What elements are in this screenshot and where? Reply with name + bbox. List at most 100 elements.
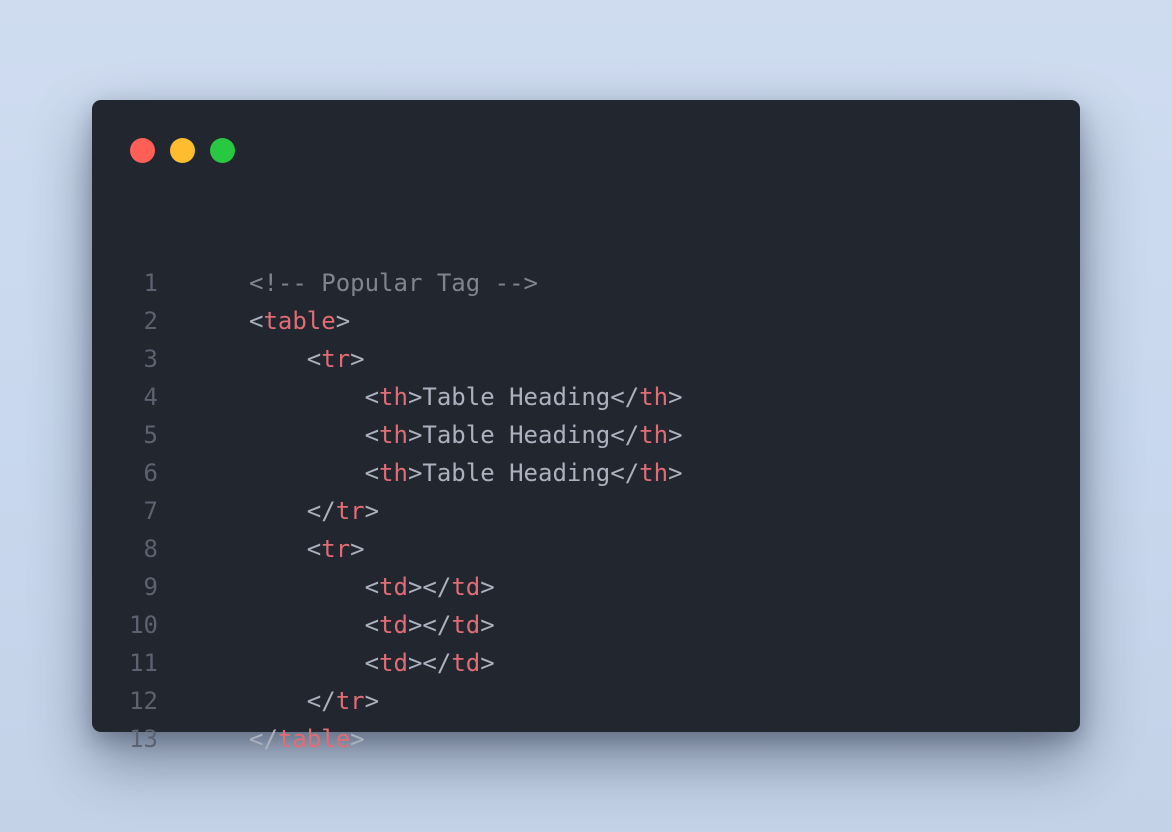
line-source: <table>	[249, 302, 350, 340]
token-punct: ></	[407, 611, 452, 639]
token-punct: >	[407, 383, 423, 411]
maximize-dot-icon[interactable]	[210, 138, 235, 163]
code-line: 8 <tr>	[92, 530, 1080, 568]
token-punct: >	[350, 345, 365, 373]
token-punct: >	[668, 459, 683, 487]
code-line: 11 <td></td>	[92, 644, 1080, 682]
token-punct: >	[668, 421, 683, 449]
token-tag: td	[379, 573, 408, 601]
line-number: 9	[143, 573, 158, 601]
close-dot-icon[interactable]	[130, 138, 155, 163]
line-number: 5	[143, 421, 158, 449]
code-line: 13 </table>	[92, 720, 1080, 758]
token-punct: </	[306, 497, 336, 525]
token-punct: >	[350, 725, 365, 753]
token-punct: </	[610, 383, 640, 411]
token-punct: </	[610, 421, 640, 449]
line-number: 2	[143, 307, 158, 335]
line-source: <!-- Popular Tag -->	[249, 264, 538, 302]
token-comment: <!-- Popular Tag -->	[249, 269, 538, 297]
token-tag: th	[379, 421, 408, 449]
token-punct: >	[407, 459, 423, 487]
line-source: <th>Table Heading</th>	[249, 378, 683, 416]
token-tag: table	[277, 725, 351, 753]
token-text: Table Heading	[422, 383, 611, 411]
line-number: 8	[143, 535, 158, 563]
token-text: Table Heading	[422, 459, 611, 487]
line-source: <th>Table Heading</th>	[249, 454, 683, 492]
token-punct: <	[364, 611, 380, 639]
code-line: 10 <td></td>	[92, 606, 1080, 644]
token-punct: <	[364, 459, 380, 487]
line-source: <td></td>	[249, 606, 495, 644]
code-line: 12 </tr>	[92, 682, 1080, 720]
token-tag: th	[639, 383, 669, 411]
code-line: 2 <table>	[92, 302, 1080, 340]
token-punct: >	[364, 687, 380, 715]
line-source: </tr>	[249, 492, 379, 530]
token-punct: >	[668, 383, 683, 411]
line-number: 6	[143, 459, 158, 487]
token-tag: tr	[321, 345, 351, 373]
token-punct: >	[335, 307, 351, 335]
line-number: 12	[129, 687, 158, 715]
token-tag: th	[639, 459, 669, 487]
token-tag: td	[451, 611, 481, 639]
token-punct: <	[364, 649, 380, 677]
token-tag: tr	[335, 687, 365, 715]
line-number: 11	[129, 649, 158, 677]
token-punct: <	[249, 307, 264, 335]
token-punct: <	[306, 535, 322, 563]
token-punct: >	[480, 649, 495, 677]
token-punct: >	[364, 497, 380, 525]
window-controls	[130, 138, 235, 163]
token-tag: th	[379, 459, 408, 487]
token-tag: tr	[335, 497, 365, 525]
token-punct: </	[249, 725, 278, 753]
code-line: 6 <th>Table Heading</th>	[92, 454, 1080, 492]
minimize-dot-icon[interactable]	[170, 138, 195, 163]
line-source: <tr>	[249, 340, 365, 378]
code-line: 5 <th>Table Heading</th>	[92, 416, 1080, 454]
token-punct: <	[364, 573, 380, 601]
token-punct: <	[364, 383, 380, 411]
line-number: 10	[129, 611, 158, 639]
code-line: 9 <td></td>	[92, 568, 1080, 606]
token-punct: ></	[407, 649, 452, 677]
token-punct: </	[306, 687, 336, 715]
token-tag: td	[451, 649, 481, 677]
line-number: 4	[143, 383, 158, 411]
line-number: 7	[143, 497, 158, 525]
token-tag: td	[379, 611, 408, 639]
token-punct: >	[480, 573, 495, 601]
line-source: </tr>	[249, 682, 379, 720]
code-line: 3 <tr>	[92, 340, 1080, 378]
token-tag: td	[451, 573, 481, 601]
line-source: <td></td>	[249, 568, 495, 606]
token-punct: <	[364, 421, 380, 449]
line-source: <tr>	[249, 530, 365, 568]
token-punct: >	[350, 535, 365, 563]
code-line: 7 </tr>	[92, 492, 1080, 530]
line-source: </table>	[249, 720, 365, 758]
code-window: 1 <!-- Popular Tag --> 2 <table> 3 <tr> 4 <th…	[92, 100, 1080, 753]
token-punct: >	[407, 421, 423, 449]
line-source: <td></td>	[249, 644, 495, 682]
token-text: Table Heading	[422, 421, 611, 449]
token-tag: td	[379, 649, 408, 677]
code-line: 4 <th>Table Heading</th>	[92, 378, 1080, 416]
code-line: 1 <!-- Popular Tag -->	[92, 264, 1080, 302]
line-number: 13	[129, 725, 158, 753]
token-punct: </	[610, 459, 640, 487]
line-number: 1	[143, 269, 158, 297]
token-punct: <	[306, 345, 322, 373]
